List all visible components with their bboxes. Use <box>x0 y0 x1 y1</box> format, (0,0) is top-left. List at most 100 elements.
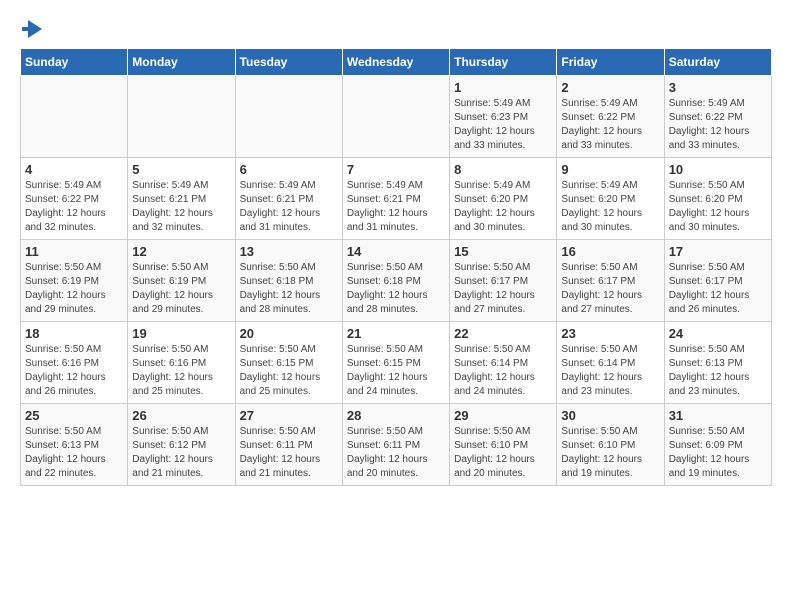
day-cell <box>235 76 342 158</box>
day-number: 9 <box>561 162 659 177</box>
column-header-friday: Friday <box>557 49 664 76</box>
column-header-sunday: Sunday <box>21 49 128 76</box>
day-number: 16 <box>561 244 659 259</box>
day-cell: 12 Sunrise: 5:50 AM Sunset: 6:19 PM Dayli… <box>128 240 235 322</box>
day-info: Sunrise: 5:50 AM Sunset: 6:09 PM Dayligh… <box>669 425 767 481</box>
day-info: Sunrise: 5:50 AM Sunset: 6:11 PM Dayligh… <box>347 425 445 481</box>
day-info: Sunrise: 5:50 AM Sunset: 6:17 PM Dayligh… <box>454 261 552 317</box>
day-info: Sunrise: 5:50 AM Sunset: 6:17 PM Dayligh… <box>669 261 767 317</box>
day-cell: 19 Sunrise: 5:50 AM Sunset: 6:16 PM Dayli… <box>128 322 235 404</box>
day-info: Sunrise: 5:50 AM Sunset: 6:18 PM Dayligh… <box>240 261 338 317</box>
day-cell: 17 Sunrise: 5:50 AM Sunset: 6:17 PM Dayli… <box>664 240 771 322</box>
column-header-saturday: Saturday <box>664 49 771 76</box>
day-cell: 29Sunrise: 5:50 AM Sunset: 6:10 PM Dayli… <box>450 404 557 486</box>
day-cell: 8 Sunrise: 5:49 AM Sunset: 6:20 PM Daylig… <box>450 158 557 240</box>
day-number: 1 <box>454 80 552 95</box>
day-cell: 30 Sunrise: 5:50 AM Sunset: 6:10 PM Dayli… <box>557 404 664 486</box>
day-number: 30 <box>561 408 659 423</box>
day-info: Sunrise: 5:50 AM Sunset: 6:16 PM Dayligh… <box>132 343 230 399</box>
day-cell: 28 Sunrise: 5:50 AM Sunset: 6:11 PM Dayli… <box>342 404 449 486</box>
day-number: 19 <box>132 326 230 341</box>
day-info: Sunrise: 5:49 AM Sunset: 6:21 PM Dayligh… <box>132 179 230 235</box>
column-header-tuesday: Tuesday <box>235 49 342 76</box>
day-number: 3 <box>669 80 767 95</box>
day-number: 26 <box>132 408 230 423</box>
week-row-2: 4 Sunrise: 5:49 AM Sunset: 6:22 PM Daylig… <box>21 158 772 240</box>
week-row-5: 25 Sunrise: 5:50 AM Sunset: 6:13 PM Dayli… <box>21 404 772 486</box>
day-info: Sunrise: 5:50 AM Sunset: 6:13 PM Dayligh… <box>25 425 123 481</box>
day-cell: 26 Sunrise: 5:50 AM Sunset: 6:12 PM Dayli… <box>128 404 235 486</box>
day-info: Sunrise: 5:50 AM Sunset: 6:15 PM Dayligh… <box>240 343 338 399</box>
day-number: 4 <box>25 162 123 177</box>
day-info: Sunrise: 5:50 AM Sunset: 6:14 PM Dayligh… <box>561 343 659 399</box>
day-info: Sunrise: 5:49 AM Sunset: 6:22 PM Dayligh… <box>25 179 123 235</box>
day-cell: 7 Sunrise: 5:49 AM Sunset: 6:21 PM Daylig… <box>342 158 449 240</box>
header-row: SundayMondayTuesdayWednesdayThursdayFrid… <box>21 49 772 76</box>
column-header-thursday: Thursday <box>450 49 557 76</box>
day-cell: 14Sunrise: 5:50 AM Sunset: 6:18 PM Dayli… <box>342 240 449 322</box>
day-info: Sunrise: 5:50 AM Sunset: 6:19 PM Dayligh… <box>25 261 123 317</box>
day-info: Sunrise: 5:50 AM Sunset: 6:12 PM Dayligh… <box>132 425 230 481</box>
day-info: Sunrise: 5:49 AM Sunset: 6:21 PM Dayligh… <box>240 179 338 235</box>
day-number: 28 <box>347 408 445 423</box>
day-number: 5 <box>132 162 230 177</box>
header <box>20 20 772 38</box>
day-number: 20 <box>240 326 338 341</box>
day-info: Sunrise: 5:49 AM Sunset: 6:23 PM Dayligh… <box>454 97 552 153</box>
day-number: 17 <box>669 244 767 259</box>
day-cell: 1 Sunrise: 5:49 AM Sunset: 6:23 PM Daylig… <box>450 76 557 158</box>
day-cell <box>21 76 128 158</box>
day-number: 8 <box>454 162 552 177</box>
logo <box>20 20 48 38</box>
day-number: 12 <box>132 244 230 259</box>
day-cell: 5 Sunrise: 5:49 AM Sunset: 6:21 PM Daylig… <box>128 158 235 240</box>
day-cell: 11 Sunrise: 5:50 AM Sunset: 6:19 PM Dayli… <box>21 240 128 322</box>
day-cell: 6 Sunrise: 5:49 AM Sunset: 6:21 PM Daylig… <box>235 158 342 240</box>
day-number: 27 <box>240 408 338 423</box>
day-number: 25 <box>25 408 123 423</box>
calendar-table: SundayMondayTuesdayWednesdayThursdayFrid… <box>20 48 772 486</box>
column-header-wednesday: Wednesday <box>342 49 449 76</box>
day-number: 21 <box>347 326 445 341</box>
calendar-header: SundayMondayTuesdayWednesdayThursdayFrid… <box>21 49 772 76</box>
day-number: 22 <box>454 326 552 341</box>
day-info: Sunrise: 5:50 AM Sunset: 6:17 PM Dayligh… <box>561 261 659 317</box>
day-cell: 15 Sunrise: 5:50 AM Sunset: 6:17 PM Dayli… <box>450 240 557 322</box>
day-number: 13 <box>240 244 338 259</box>
logo-arrow-icon <box>22 20 48 38</box>
day-cell: 20 Sunrise: 5:50 AM Sunset: 6:15 PM Dayli… <box>235 322 342 404</box>
day-cell: 2Sunrise: 5:49 AM Sunset: 6:22 PM Daylig… <box>557 76 664 158</box>
day-info: Sunrise: 5:50 AM Sunset: 6:14 PM Dayligh… <box>454 343 552 399</box>
day-cell: 27Sunrise: 5:50 AM Sunset: 6:11 PM Dayli… <box>235 404 342 486</box>
day-cell: 21 Sunrise: 5:50 AM Sunset: 6:15 PM Dayli… <box>342 322 449 404</box>
day-number: 15 <box>454 244 552 259</box>
day-number: 10 <box>669 162 767 177</box>
day-cell: 25 Sunrise: 5:50 AM Sunset: 6:13 PM Dayli… <box>21 404 128 486</box>
day-info: Sunrise: 5:49 AM Sunset: 6:22 PM Dayligh… <box>669 97 767 153</box>
day-cell: 22 Sunrise: 5:50 AM Sunset: 6:14 PM Dayli… <box>450 322 557 404</box>
day-info: Sunrise: 5:49 AM Sunset: 6:21 PM Dayligh… <box>347 179 445 235</box>
day-info: Sunrise: 5:49 AM Sunset: 6:20 PM Dayligh… <box>454 179 552 235</box>
day-info: Sunrise: 5:49 AM Sunset: 6:20 PM Dayligh… <box>561 179 659 235</box>
day-info: Sunrise: 5:49 AM Sunset: 6:22 PM Dayligh… <box>561 97 659 153</box>
day-number: 7 <box>347 162 445 177</box>
day-number: 31 <box>669 408 767 423</box>
day-cell <box>342 76 449 158</box>
day-info: Sunrise: 5:50 AM Sunset: 6:16 PM Dayligh… <box>25 343 123 399</box>
day-cell <box>128 76 235 158</box>
day-cell: 3 Sunrise: 5:49 AM Sunset: 6:22 PM Daylig… <box>664 76 771 158</box>
calendar-body: 1 Sunrise: 5:49 AM Sunset: 6:23 PM Daylig… <box>21 76 772 486</box>
day-info: Sunrise: 5:50 AM Sunset: 6:15 PM Dayligh… <box>347 343 445 399</box>
day-cell: 31 Sunrise: 5:50 AM Sunset: 6:09 PM Dayli… <box>664 404 771 486</box>
day-cell: 4 Sunrise: 5:49 AM Sunset: 6:22 PM Daylig… <box>21 158 128 240</box>
day-info: Sunrise: 5:50 AM Sunset: 6:13 PM Dayligh… <box>669 343 767 399</box>
day-info: Sunrise: 5:50 AM Sunset: 6:18 PM Dayligh… <box>347 261 445 317</box>
day-info: Sunrise: 5:50 AM Sunset: 6:20 PM Dayligh… <box>669 179 767 235</box>
week-row-4: 18Sunrise: 5:50 AM Sunset: 6:16 PM Dayli… <box>21 322 772 404</box>
day-number: 11 <box>25 244 123 259</box>
day-number: 29 <box>454 408 552 423</box>
day-number: 6 <box>240 162 338 177</box>
day-info: Sunrise: 5:50 AM Sunset: 6:10 PM Dayligh… <box>561 425 659 481</box>
day-info: Sunrise: 5:50 AM Sunset: 6:19 PM Dayligh… <box>132 261 230 317</box>
day-cell: 10 Sunrise: 5:50 AM Sunset: 6:20 PM Dayli… <box>664 158 771 240</box>
